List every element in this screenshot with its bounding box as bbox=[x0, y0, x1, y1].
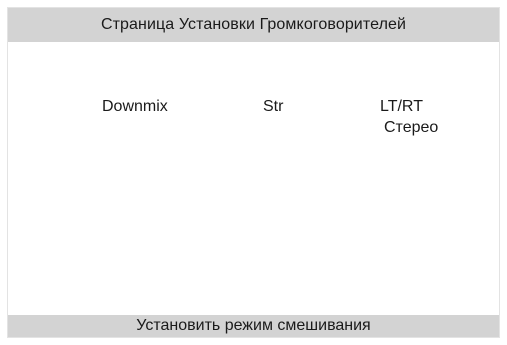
menu-item-downmix-mode[interactable]: LT/RT Стерео bbox=[380, 96, 438, 138]
page-title: Страница Установки Громкоговорителей bbox=[100, 16, 407, 33]
menu-item-str[interactable]: Str bbox=[263, 96, 283, 117]
downmix-mode-option-ltrt: LT/RT bbox=[380, 98, 423, 115]
menu-item-str-label: Str bbox=[263, 98, 284, 115]
status-bar: Установить режим смешивания bbox=[8, 315, 499, 337]
status-hint: Установить режим смешивания bbox=[136, 317, 371, 334]
menu-item-downmix-label: Downmix bbox=[102, 98, 168, 115]
menu-row: Downmix Str LT/RT Стерео bbox=[8, 96, 499, 136]
downmix-mode-option-stereo: Стерео bbox=[384, 119, 439, 136]
speaker-setup-page: Страница Установки Громкоговорителей Dow… bbox=[7, 7, 500, 338]
menu-item-downmix[interactable]: Downmix bbox=[102, 96, 168, 117]
page-title-bar: Страница Установки Громкоговорителей bbox=[8, 8, 499, 42]
